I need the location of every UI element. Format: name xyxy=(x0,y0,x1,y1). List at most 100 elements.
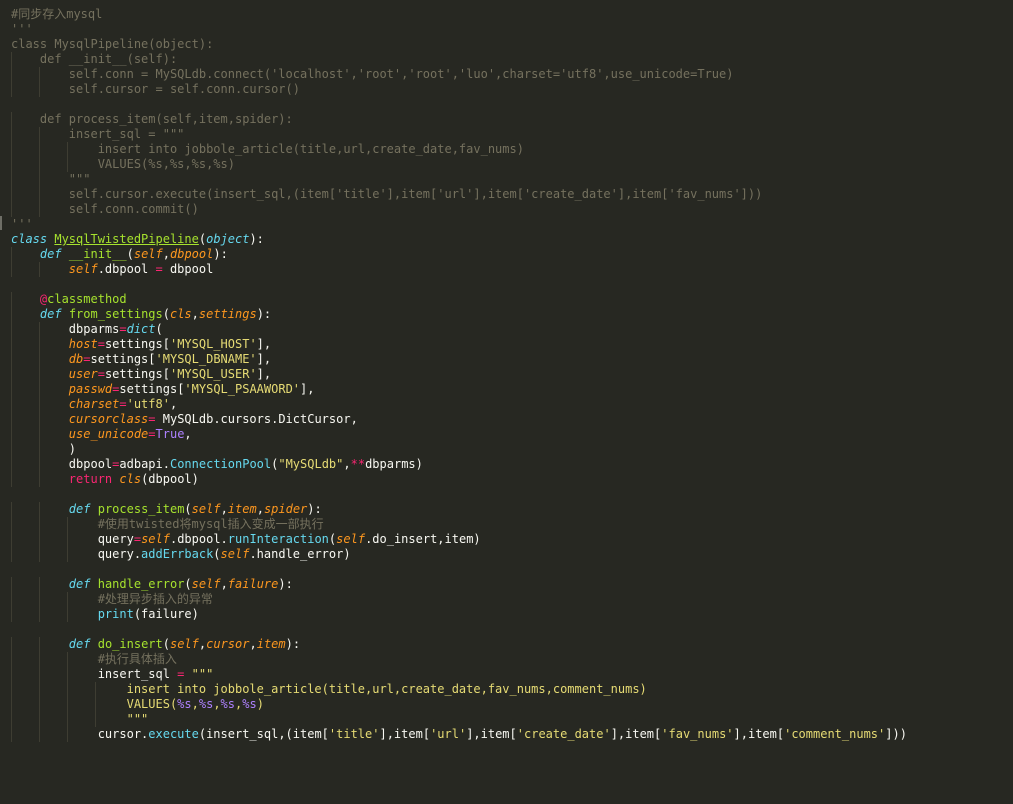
code-line[interactable]: host=settings['MYSQL_HOST'], xyxy=(11,337,271,352)
code-line[interactable]: #执行具体插入 xyxy=(11,652,177,667)
code-token: dbparms xyxy=(11,322,120,336)
code-token: (dbpool) xyxy=(141,472,199,486)
code-line[interactable]: @classmethod xyxy=(11,292,127,307)
code-token: query. xyxy=(11,547,142,561)
indent-guide xyxy=(39,382,40,397)
indent-guide xyxy=(11,367,12,382)
code-token: """ xyxy=(191,667,214,681)
code-line[interactable]: db=settings['MYSQL_DBNAME'], xyxy=(11,352,271,367)
code-line[interactable]: insert into jobbole_article(title,url,cr… xyxy=(11,142,524,157)
code-token: ( xyxy=(155,322,163,336)
code-line[interactable]: class MysqlPipeline(object): xyxy=(11,37,213,52)
code-token: 'utf8' xyxy=(126,397,170,411)
indent-guide xyxy=(11,547,12,562)
code-token: failure xyxy=(227,577,279,591)
code-token: ],item[ xyxy=(610,727,662,741)
indent-guide xyxy=(11,307,12,322)
code-line[interactable]: user=settings['MYSQL_USER'], xyxy=(11,367,271,382)
code-line[interactable]: def from_settings(cls,settings): xyxy=(11,307,271,322)
indent-guide xyxy=(11,652,12,667)
code-token: 'MYSQL_DBNAME' xyxy=(155,352,257,366)
code-line[interactable]: ) xyxy=(11,442,76,457)
code-editor[interactable]: #同步存入mysql ''' class MysqlPipeline(object)… xyxy=(0,0,1013,804)
code-line[interactable]: insert_sql = """ xyxy=(11,127,185,142)
code-line[interactable]: #同步存入mysql xyxy=(11,7,102,22)
code-token: ''' xyxy=(11,22,33,36)
code-token: def xyxy=(68,637,91,651)
code-line[interactable]: def process_item(self,item,spider): xyxy=(11,502,322,517)
code-line[interactable]: """ xyxy=(11,172,91,187)
code-line[interactable]: def handle_error(self,failure): xyxy=(11,577,293,592)
code-token: , xyxy=(343,457,351,471)
code-line[interactable]: query.addErrback(self.handle_error) xyxy=(11,547,351,562)
code-token: , xyxy=(220,577,228,591)
code-line[interactable]: self.cursor = self.conn.cursor() xyxy=(11,82,300,97)
code-line[interactable]: insert into jobbole_article(title,url,cr… xyxy=(11,682,647,697)
code-token: ( xyxy=(126,247,134,261)
code-line[interactable]: dbparms=dict( xyxy=(11,322,163,337)
code-token: addErrback xyxy=(141,547,214,561)
indent-guide xyxy=(39,682,40,697)
code-line[interactable]: self.cursor.execute(insert_sql,(item['ti… xyxy=(11,187,763,202)
code-token: self.cursor.execute(insert_sql,(item['ti… xyxy=(11,187,763,201)
code-token: def xyxy=(68,502,91,516)
code-line[interactable]: charset='utf8', xyxy=(11,397,177,412)
code-token: , xyxy=(191,307,199,321)
code-token: item xyxy=(256,637,286,651)
code-token: dbparms) xyxy=(365,457,423,471)
code-token: def __init__(self): xyxy=(11,52,178,66)
code-line[interactable]: #使用twisted将mysql插入变成一部执行 xyxy=(11,517,324,532)
code-line[interactable]: self.conn = MySQLdb.connect('localhost',… xyxy=(11,67,734,82)
indent-guide xyxy=(39,427,40,442)
code-line[interactable]: def __init__(self): xyxy=(11,52,177,67)
code-token: (failure) xyxy=(133,607,199,621)
indent-guide xyxy=(11,52,12,67)
indent-guide xyxy=(11,442,12,457)
code-token: from_settings xyxy=(68,307,163,321)
code-line[interactable]: dbpool=adbapi.ConnectionPool("MySQLdb",*… xyxy=(11,457,423,472)
code-line[interactable]: VALUES(%s,%s,%s,%s) xyxy=(11,157,235,172)
code-token: = xyxy=(119,322,127,336)
code-line[interactable]: insert_sql = """ xyxy=(11,667,214,682)
code-token: %s xyxy=(242,697,257,711)
code-line[interactable]: """ xyxy=(11,712,149,727)
code-token: """ xyxy=(126,712,149,726)
indent-guide xyxy=(39,127,40,142)
code-token: insert into jobbole_article(title,url,cr… xyxy=(126,682,647,696)
code-line[interactable]: cursor.execute(insert_sql,(item['title']… xyxy=(11,727,907,742)
indent-guide xyxy=(39,187,40,202)
code-line[interactable]: #处理异步插入的异常 xyxy=(11,592,213,607)
code-token: ( xyxy=(184,577,192,591)
indent-guide xyxy=(39,667,40,682)
code-line[interactable]: def process_item(self,item,spider): xyxy=(11,112,293,127)
code-line[interactable]: ''' xyxy=(11,22,33,37)
code-token: adbapi. xyxy=(119,457,170,471)
indent-guide xyxy=(39,67,40,82)
code-line[interactable]: class MysqlTwistedPipeline(object): xyxy=(11,232,264,247)
code-token: 'MYSQL_PSAAWORD' xyxy=(184,382,301,396)
code-line[interactable]: passwd=settings['MYSQL_PSAAWORD'], xyxy=(11,382,315,397)
code-line[interactable]: def __init__(self,dbpool): xyxy=(11,247,228,262)
code-line[interactable]: query=self.dbpool.runInteraction(self.do… xyxy=(11,532,481,547)
code-token: ): xyxy=(285,637,301,651)
code-line[interactable]: ''' xyxy=(11,217,33,232)
code-line[interactable]: cursorclass= MySQLdb.cursors.DictCursor, xyxy=(11,412,358,427)
code-token: = xyxy=(97,337,105,351)
code-line[interactable]: def do_insert(self,cursor,item): xyxy=(11,637,300,652)
code-line[interactable]: VALUES(%s,%s,%s,%s) xyxy=(11,697,264,712)
indent-guide xyxy=(39,532,40,547)
code-token: .do_insert,item) xyxy=(365,532,481,546)
code-token: ( xyxy=(162,637,170,651)
indent-guide xyxy=(39,367,40,382)
indent-guide xyxy=(11,532,12,547)
indent-guide xyxy=(39,712,40,727)
indent-guide xyxy=(39,412,40,427)
indent-guide xyxy=(39,442,40,457)
code-token: cls xyxy=(119,472,142,486)
indent-guide xyxy=(67,727,68,742)
code-line[interactable]: self.dbpool = dbpool xyxy=(11,262,214,277)
indent-guide xyxy=(11,697,12,712)
code-token: dbpool xyxy=(162,262,214,276)
